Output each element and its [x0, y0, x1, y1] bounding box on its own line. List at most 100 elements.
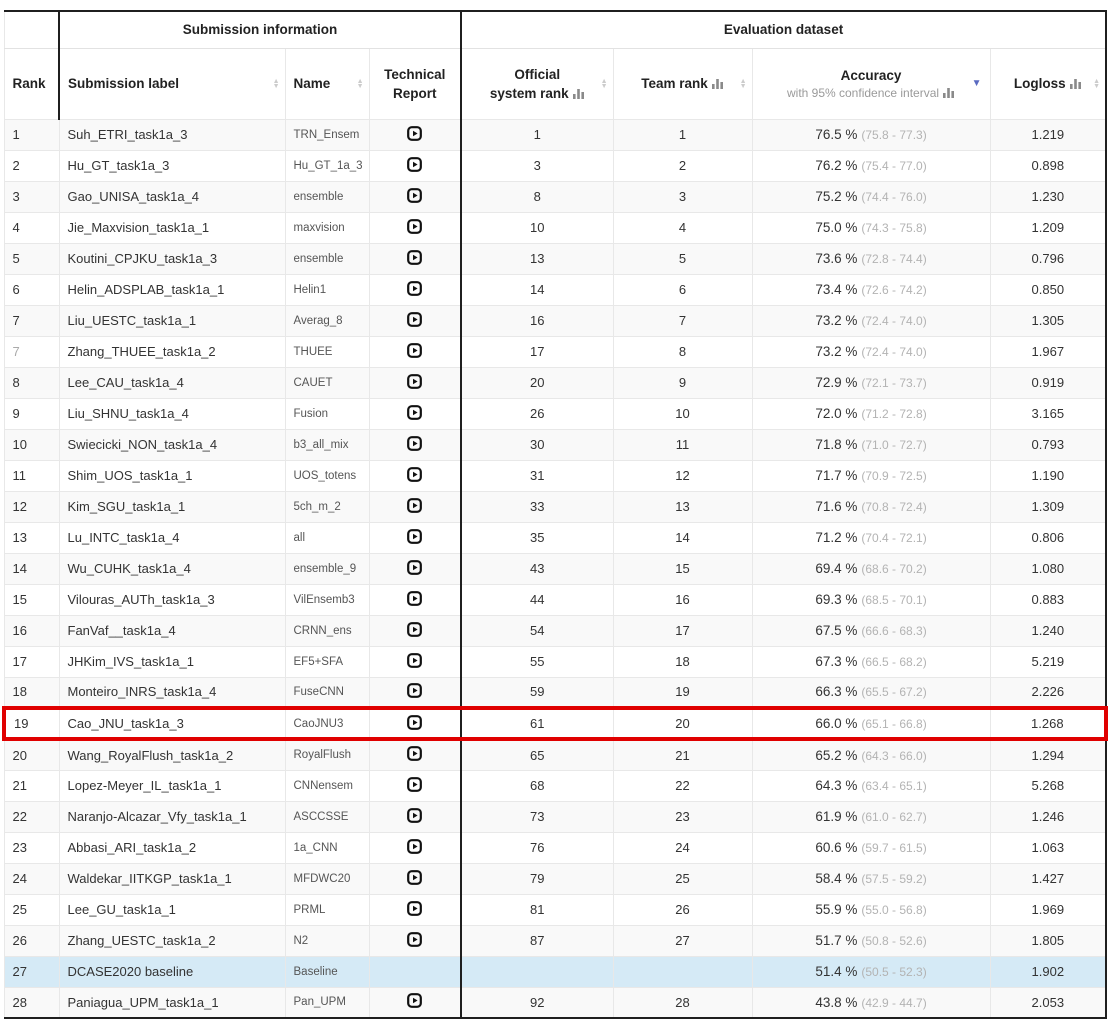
- sort-icon[interactable]: ▲▼: [273, 79, 280, 89]
- team-rank-cell: 10: [613, 398, 752, 429]
- technical-report-link[interactable]: [407, 808, 422, 823]
- technical-report-link[interactable]: [407, 219, 422, 234]
- logloss-cell: 1.427: [990, 863, 1106, 894]
- technical-report-link[interactable]: [407, 374, 422, 389]
- accuracy-confidence-interval: (65.5 - 67.2): [861, 685, 926, 699]
- technical-report-link[interactable]: [407, 839, 422, 854]
- col-header-team-rank[interactable]: Team rank ▲▼: [613, 48, 752, 119]
- team-rank-cell: 23: [613, 801, 752, 832]
- technical-report-link[interactable]: [407, 870, 422, 885]
- name-cell: all: [285, 522, 369, 553]
- technical-report-link[interactable]: [407, 777, 422, 792]
- play-icon: [407, 993, 422, 1008]
- rank-cell: 19: [4, 708, 59, 739]
- accuracy-cell: 58.4 %(57.5 - 59.2): [752, 863, 990, 894]
- team-rank-cell: 6: [613, 274, 752, 305]
- rank-cell: 17: [4, 646, 59, 677]
- play-icon: [407, 498, 422, 513]
- accuracy-cell: 73.4 %(72.6 - 74.2): [752, 274, 990, 305]
- technical-report-link[interactable]: [407, 560, 422, 575]
- col-header-submission-label[interactable]: Submission label ▲▼: [59, 48, 285, 119]
- technical-report-link[interactable]: [407, 622, 422, 637]
- name-cell: CaoJNU3: [285, 708, 369, 739]
- sort-icon[interactable]: ▲▼: [601, 79, 608, 89]
- sort-icon[interactable]: ▲▼: [357, 79, 364, 89]
- technical-report-cell: [369, 801, 461, 832]
- accuracy-value: 72.0 %: [815, 406, 857, 421]
- rank-cell: 10: [4, 429, 59, 460]
- accuracy-value: 73.2 %: [815, 344, 857, 359]
- accuracy-cell: 65.2 %(64.3 - 66.0): [752, 739, 990, 770]
- sorted-desc-icon[interactable]: ▼: [972, 79, 982, 89]
- col-header-name[interactable]: Name ▲▼: [285, 48, 369, 119]
- technical-report-link[interactable]: [407, 901, 422, 916]
- name-cell: THUEE: [285, 336, 369, 367]
- team-rank-cell: 20: [613, 708, 752, 739]
- play-icon: [407, 683, 422, 698]
- technical-report-link[interactable]: [407, 498, 422, 513]
- technical-report-link[interactable]: [407, 683, 422, 698]
- official-system-rank-cell: 73: [461, 801, 613, 832]
- technical-report-link[interactable]: [407, 281, 422, 296]
- sort-icon[interactable]: ▲▼: [740, 79, 747, 89]
- technical-report-cell: [369, 181, 461, 212]
- accuracy-value: 73.6 %: [815, 251, 857, 266]
- technical-report-cell: [369, 150, 461, 181]
- name-cell: TRN_Ensem: [285, 119, 369, 150]
- accuracy-cell: 69.3 %(68.5 - 70.1): [752, 584, 990, 615]
- technical-report-link[interactable]: [407, 343, 422, 358]
- col-header-logloss[interactable]: Logloss ▲▼: [990, 48, 1106, 119]
- table-row: 18Monteiro_INRS_task1a_4FuseCNN 591966.3…: [4, 677, 1106, 708]
- accuracy-confidence-interval: (72.1 - 73.7): [861, 376, 926, 390]
- name-cell: maxvision: [285, 212, 369, 243]
- technical-report-link[interactable]: [407, 250, 422, 265]
- technical-report-link[interactable]: [407, 529, 422, 544]
- submission-label-cell: Zhang_THUEE_task1a_2: [59, 336, 285, 367]
- technical-report-cell: [369, 119, 461, 150]
- technical-report-link[interactable]: [407, 436, 422, 451]
- accuracy-value: 71.8 %: [815, 437, 857, 452]
- technical-report-link[interactable]: [407, 188, 422, 203]
- accuracy-cell: 72.0 %(71.2 - 72.8): [752, 398, 990, 429]
- logloss-cell: 3.165: [990, 398, 1106, 429]
- logloss-cell: 1.268: [990, 708, 1106, 739]
- technical-report-link[interactable]: [407, 715, 422, 730]
- technical-report-link[interactable]: [407, 157, 422, 172]
- technical-report-link[interactable]: [407, 312, 422, 327]
- accuracy-value: 51.4 %: [815, 964, 857, 979]
- accuracy-cell: 71.2 %(70.4 - 72.1): [752, 522, 990, 553]
- official-system-rank-cell: 54: [461, 615, 613, 646]
- col-header-accuracy[interactable]: Accuracy with 95% confidence interval ▼: [752, 48, 990, 119]
- official-system-rank-cell: 92: [461, 987, 613, 1018]
- technical-report-cell: [369, 212, 461, 243]
- official-system-rank-cell: 8: [461, 181, 613, 212]
- group-header-row: Submission information Evaluation datase…: [4, 11, 1106, 48]
- name-cell: MFDWC20: [285, 863, 369, 894]
- name-cell: Baseline: [285, 956, 369, 987]
- col-header-official-system-rank[interactable]: Official system rank ▲▼: [461, 48, 613, 119]
- submission-label-cell: Liu_SHNU_task1a_4: [59, 398, 285, 429]
- team-rank-cell: 4: [613, 212, 752, 243]
- accuracy-cell: 67.3 %(66.5 - 68.2): [752, 646, 990, 677]
- technical-report-link[interactable]: [407, 126, 422, 141]
- technical-report-cell: [369, 863, 461, 894]
- technical-report-link[interactable]: [407, 405, 422, 420]
- rank-cell: 21: [4, 770, 59, 801]
- submission-label-cell: Jie_Maxvision_task1a_1: [59, 212, 285, 243]
- accuracy-confidence-interval: (55.0 - 56.8): [861, 903, 926, 917]
- group-header-blank: [4, 11, 59, 48]
- accuracy-confidence-interval: (75.4 - 77.0): [861, 159, 926, 173]
- technical-report-cell: [369, 522, 461, 553]
- table-row: 2Hu_GT_task1a_3Hu_GT_1a_3 3276.2 %(75.4 …: [4, 150, 1106, 181]
- table-row: 27DCASE2020 baselineBaseline51.4 %(50.5 …: [4, 956, 1106, 987]
- technical-report-link[interactable]: [407, 932, 422, 947]
- table-row: 6Helin_ADSPLAB_task1a_1Helin1 14673.4 %(…: [4, 274, 1106, 305]
- sort-icon[interactable]: ▲▼: [1093, 79, 1100, 89]
- technical-report-link[interactable]: [407, 591, 422, 606]
- technical-report-link[interactable]: [407, 746, 422, 761]
- technical-report-link[interactable]: [407, 653, 422, 668]
- table-row: 22Naranjo-Alcazar_Vfy_task1a_1ASCCSSE 73…: [4, 801, 1106, 832]
- technical-report-link[interactable]: [407, 467, 422, 482]
- technical-report-link[interactable]: [407, 993, 422, 1008]
- table-row: 12Kim_SGU_task1a_15ch_m_2 331371.6 %(70.…: [4, 491, 1106, 522]
